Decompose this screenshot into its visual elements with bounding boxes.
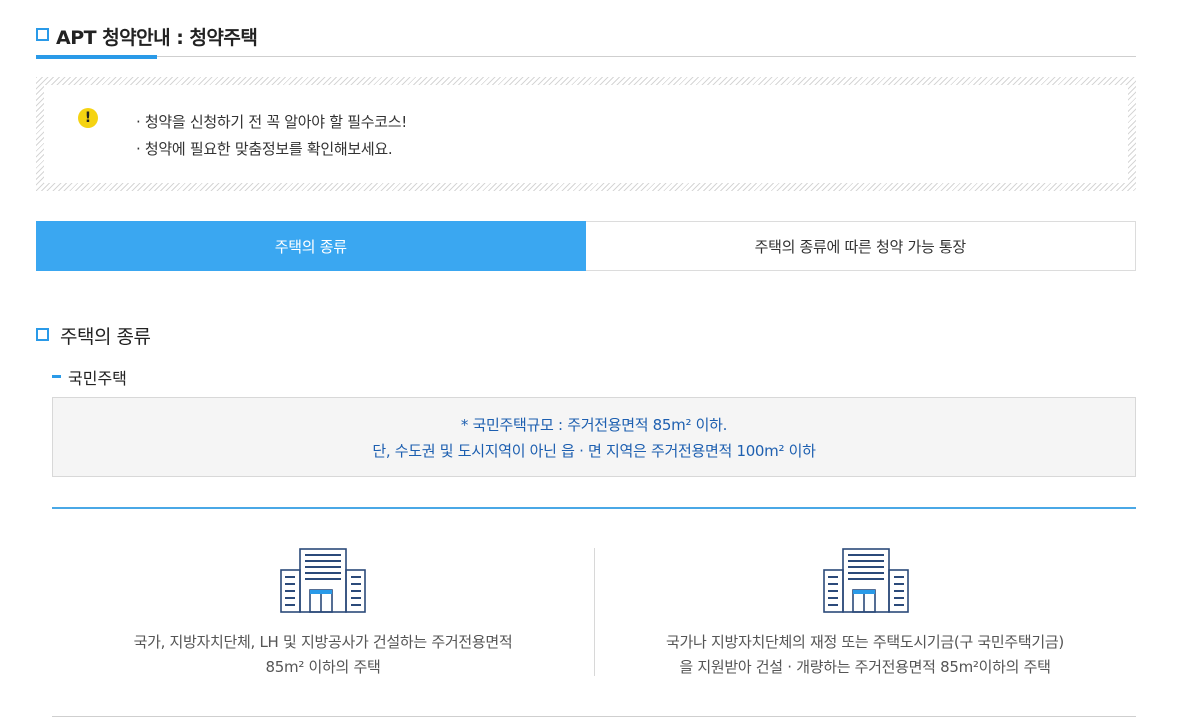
- title-divider: [36, 56, 1136, 57]
- warning-icon: !: [78, 108, 98, 128]
- page-title: APT 청약안내 : 청약주택: [56, 27, 258, 49]
- building-icon: [280, 548, 366, 613]
- content-top-rule: [52, 507, 1136, 509]
- notice-inner: ! · 청약을 신청하기 전 꼭 알아야 할 필수코스! · 청약에 필요한 맞…: [44, 85, 1128, 183]
- card-text-line-1: 국가, 지방자치단체, LH 및 지방공사가 건설하는 주거전용면적: [133, 633, 513, 651]
- tab-available-accounts[interactable]: 주택의 종류에 따른 청약 가능 통장: [585, 221, 1136, 271]
- section-title: 주택의 종류: [60, 326, 151, 348]
- tab-housing-types[interactable]: 주택의 종류: [36, 221, 586, 271]
- card-text-line-2: 을 지원받아 건설 · 개량하는 주거전용면적 85m²이하의 주택: [679, 658, 1051, 676]
- info-line-1: * 국민주택규모 : 주거전용면적 85m² 이하.: [460, 416, 728, 434]
- notice-line-1: · 청약을 신청하기 전 꼭 알아야 할 필수코스!: [136, 113, 407, 131]
- title-accent-bar: [36, 55, 157, 59]
- section-square-icon: [36, 328, 49, 341]
- info-box: * 국민주택규모 : 주거전용면적 85m² 이하. 단, 수도권 및 도시지역…: [52, 397, 1136, 477]
- subtitle-dash-icon: [52, 375, 61, 378]
- building-icon: [823, 548, 909, 613]
- card-text: 국가나 지방자치단체의 재정 또는 주택도시기금(구 국민주택기금) 을 지원받…: [594, 630, 1136, 680]
- title-square-icon: [36, 28, 49, 41]
- card-text-line-1: 국가나 지방자치단체의 재정 또는 주택도시기금(구 국민주택기금): [666, 633, 1064, 651]
- card-text: 국가, 지방자치단체, LH 및 지방공사가 건설하는 주거전용면적 85m² …: [52, 630, 594, 680]
- content-bottom-rule: [52, 716, 1136, 717]
- tab-bar: 주택의 종류 주택의 종류에 따른 청약 가능 통장: [36, 221, 1136, 271]
- info-line-2: 단, 수도권 및 도시지역이 아닌 읍 · 면 지역은 주거전용면적 100m²…: [372, 442, 816, 460]
- notice-line-2: · 청약에 필요한 맞춤정보를 확인해보세요.: [136, 140, 393, 158]
- notice-box: ! · 청약을 신청하기 전 꼭 알아야 할 필수코스! · 청약에 필요한 맞…: [36, 77, 1136, 191]
- section-subtitle: 국민주택: [68, 369, 127, 388]
- card-text-line-2: 85m² 이하의 주택: [265, 658, 381, 676]
